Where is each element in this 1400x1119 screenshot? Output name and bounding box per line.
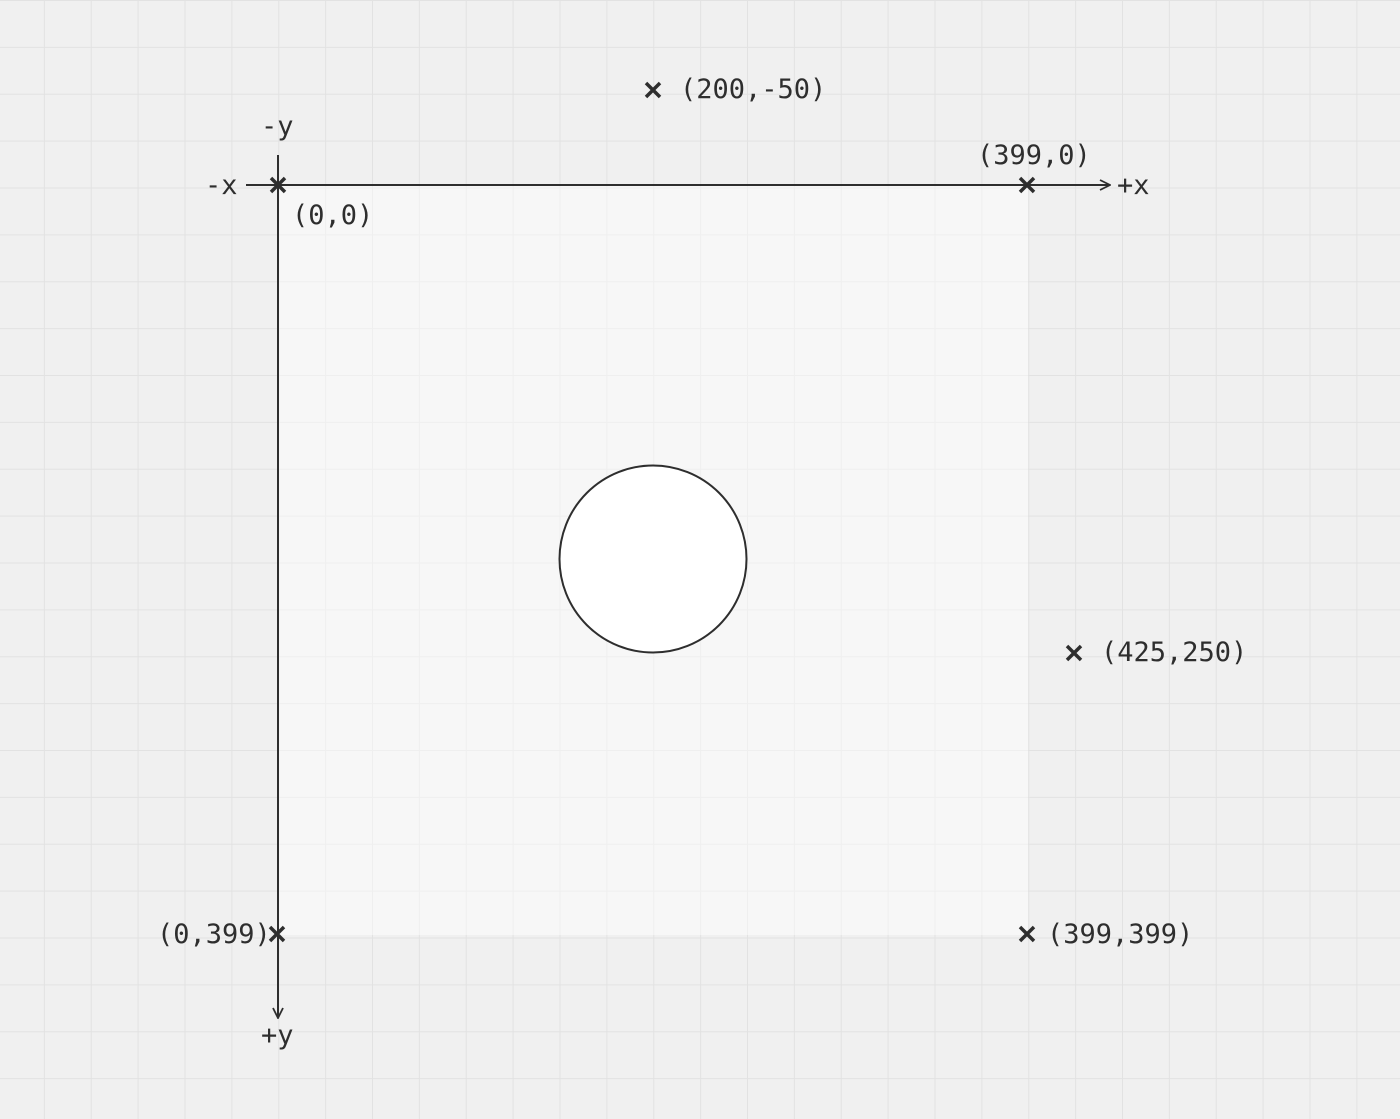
point-x-max-label: (399,0) [977, 140, 1091, 171]
cross-marker-icon [1065, 644, 1083, 662]
neg-y-label: -y [261, 111, 294, 142]
point-right-of-canvas: (425,250) [1065, 637, 1247, 668]
point-xy-max-label: (399,399) [1047, 919, 1193, 950]
pos-y-label: +y [261, 1020, 294, 1051]
diagram-svg: -x +x -y +y (0,0) (399,0) (200,-50) (425… [157, 74, 1247, 1051]
circle-shape [558, 464, 748, 654]
cross-marker-icon [644, 81, 662, 99]
point-above-canvas-label: (200,-50) [680, 74, 826, 105]
point-y-max-label: (0,399) [157, 919, 271, 950]
pos-x-label: +x [1117, 170, 1150, 201]
point-above-canvas: (200,-50) [644, 74, 826, 105]
neg-x-label: -x [205, 170, 238, 201]
point-y-max: (0,399) [157, 919, 286, 950]
cross-marker-icon [1018, 925, 1036, 943]
point-origin-label: (0,0) [292, 200, 373, 231]
coordinate-diagram: -x +x -y +y (0,0) (399,0) (200,-50) (425… [0, 0, 1400, 1119]
point-right-of-canvas-label: (425,250) [1101, 637, 1247, 668]
point-xy-max: (399,399) [1018, 919, 1193, 950]
